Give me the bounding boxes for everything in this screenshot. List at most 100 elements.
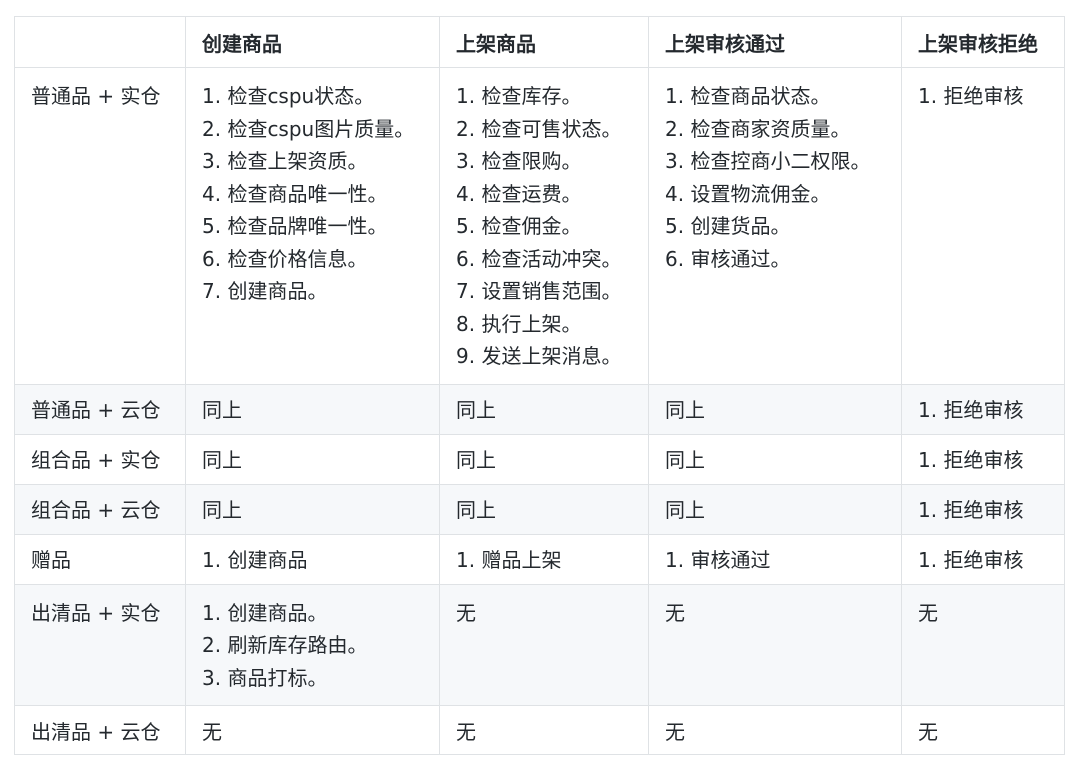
cell-line: 1. 检查库存。 — [456, 84, 582, 108]
cell-line: 1. 拒绝审核 — [918, 497, 1024, 522]
table-cell: 1. 拒绝审核 — [901, 533, 1065, 585]
cell-line: 3. 检查上架资质。 — [202, 149, 368, 173]
table-cell: 1. 创建商品 — [185, 533, 440, 585]
cell-line: 同上 — [665, 447, 705, 472]
cell-line: 同上 — [202, 447, 242, 472]
table-cell: 1. 检查商品状态。 2. 检查商家资质量。 3. 检查控商小二权限。 4. 设置物流… — [648, 67, 902, 385]
cell-line: 4. 检查商品唯一性。 — [202, 181, 388, 206]
header-list-product: 上架商品 — [439, 16, 649, 68]
table-row: 出清品 + 云仓无无无无 — [14, 705, 1065, 755]
header-row: 创建商品 上架商品 上架审核通过 上架审核拒绝 — [14, 16, 1065, 68]
cell-line: 1. 创建商品。 — [202, 600, 328, 625]
table-cell: 同上 — [439, 483, 649, 535]
table-cell: 1. 检查库存。 2. 检查可售状态。 3. 检查限购。 4. 检查运费。 5. 检查佣… — [439, 67, 649, 385]
table-cell: 无 — [185, 705, 440, 755]
row-label: 组合品 + 实仓 — [14, 433, 186, 485]
table-container: 创建商品 上架商品 上架审核通过 上架审核拒绝 普通品 + 实仓 1. 检查csp… — [14, 16, 1065, 755]
cell-line: 7. 创建商品。 — [202, 279, 328, 303]
table-cell: 1. 检查cspu状态。 2. 检查cspu图片质量。 3. 检查上架资质。 4. 检… — [185, 67, 440, 385]
cell-line: 无 — [202, 720, 222, 744]
cell-line: 无 — [918, 720, 938, 744]
cell-line: 同上 — [202, 397, 242, 422]
cell-line: 1. 拒绝审核 — [918, 84, 1024, 108]
cell-line: 1. 拒绝审核 — [918, 397, 1024, 422]
table-cell: 同上 — [185, 383, 440, 435]
cell-line: 无 — [456, 720, 476, 744]
cell-line: 4. 检查运费。 — [456, 181, 582, 206]
cell-line: 同上 — [456, 447, 496, 472]
table-cell: 无 — [648, 583, 902, 706]
cell-line: 1. 创建商品 — [202, 547, 308, 572]
cell-line: 1. 检查cspu状态。 — [202, 84, 375, 108]
table-row: 普通品 + 云仓 同上 同上 同上 1. 拒绝审核 — [14, 383, 1065, 435]
cell-line: 5. 检查佣金。 — [456, 214, 582, 238]
cell-line: 2. 刷新库存路由。 — [202, 633, 368, 657]
cell-line: 1. 检查商品状态。 — [665, 84, 831, 108]
cell-line: 同上 — [456, 497, 496, 522]
table-cell: 同上 — [185, 483, 440, 535]
table-cell: 1. 拒绝审核 — [901, 433, 1065, 485]
cell-line: 无 — [665, 600, 685, 625]
table-row: 组合品 + 实仓 同上 同上 同上 1. 拒绝审核 — [14, 433, 1065, 485]
cell-line: 无 — [918, 600, 938, 625]
cell-line: 1. 拒绝审核 — [918, 547, 1024, 572]
cell-line: 2. 检查商家资质量。 — [665, 116, 851, 141]
table-cell: 无 — [439, 583, 649, 706]
cell-line: 同上 — [456, 397, 496, 422]
cell-line: 5. 创建货品。 — [665, 214, 791, 238]
table-cell: 1. 审核通过 — [648, 533, 902, 585]
cell-line: 6. 检查价格信息。 — [202, 246, 368, 271]
table-cell: 同上 — [439, 433, 649, 485]
cell-line: 7. 设置销售范围。 — [456, 279, 622, 303]
header-corner — [14, 16, 186, 68]
cell-line: 5. 检查品牌唯一性。 — [202, 214, 388, 238]
table-cell: 同上 — [439, 383, 649, 435]
cell-line: 1. 拒绝审核 — [918, 447, 1024, 472]
table-cell: 同上 — [648, 483, 902, 535]
table-cell: 无 — [439, 705, 649, 755]
cell-line: 6. 审核通过。 — [665, 246, 791, 271]
cell-line: 9. 发送上架消息。 — [456, 344, 622, 368]
table-row: 普通品 + 实仓 1. 检查cspu状态。 2. 检查cspu图片质量。 3. 检查上… — [14, 67, 1065, 385]
table-cell: 1. 赠品上架 — [439, 533, 649, 585]
cell-line: 3. 检查限购。 — [456, 149, 582, 173]
cell-line: 无 — [665, 720, 685, 744]
table-cell: 1. 拒绝审核 — [901, 483, 1065, 535]
table-row: 出清品 + 实仓 1. 创建商品。 2. 刷新库存路由。 3. 商品打标。 无 无 无 — [14, 583, 1065, 706]
row-label: 赠品 — [14, 533, 186, 585]
cell-line: 无 — [456, 600, 476, 625]
table-cell: 1. 拒绝审核 — [901, 383, 1065, 435]
header-create-product: 创建商品 — [185, 16, 440, 68]
table-cell: 1. 拒绝审核 — [901, 67, 1065, 385]
cell-line: 6. 检查活动冲突。 — [456, 246, 622, 271]
table-row: 赠品 1. 创建商品 1. 赠品上架 1. 审核通过 1. 拒绝审核 — [14, 533, 1065, 585]
table-cell: 无 — [901, 583, 1065, 706]
row-label: 出清品 + 实仓 — [14, 583, 186, 706]
product-flow-table: 创建商品 上架商品 上架审核通过 上架审核拒绝 普通品 + 实仓 1. 检查csp… — [14, 16, 1065, 755]
header-approve: 上架审核通过 — [648, 16, 902, 68]
cell-line: 同上 — [665, 397, 705, 422]
cell-line: 2. 检查可售状态。 — [456, 116, 622, 141]
table-cell: 无 — [648, 705, 902, 755]
table-cell: 无 — [901, 705, 1065, 755]
table-cell: 同上 — [648, 383, 902, 435]
cell-line: 同上 — [202, 497, 242, 522]
table-cell: 1. 创建商品。 2. 刷新库存路由。 3. 商品打标。 — [185, 583, 440, 706]
cell-line: 8. 执行上架。 — [456, 311, 582, 336]
table-cell: 同上 — [185, 433, 440, 485]
cell-line: 3. 商品打标。 — [202, 665, 328, 690]
cell-line: 2. 检查cspu图片质量。 — [202, 116, 415, 141]
table-body: 普通品 + 实仓 1. 检查cspu状态。 2. 检查cspu图片质量。 3. 检查上… — [14, 67, 1065, 755]
cell-line: 1. 赠品上架 — [456, 547, 562, 572]
cell-line: 1. 审核通过 — [665, 547, 771, 572]
table-cell: 同上 — [648, 433, 902, 485]
row-label: 普通品 + 云仓 — [14, 383, 186, 435]
row-label: 组合品 + 云仓 — [14, 483, 186, 535]
table-row: 组合品 + 云仓 同上 同上 同上 1. 拒绝审核 — [14, 483, 1065, 535]
row-label: 普通品 + 实仓 — [14, 67, 186, 385]
header-reject: 上架审核拒绝 — [901, 16, 1065, 68]
cell-line: 3. 检查控商小二权限。 — [665, 149, 871, 173]
table-header: 创建商品 上架商品 上架审核通过 上架审核拒绝 — [14, 16, 1065, 68]
cell-line: 4. 设置物流佣金。 — [665, 181, 831, 206]
row-label: 出清品 + 云仓 — [14, 705, 186, 755]
